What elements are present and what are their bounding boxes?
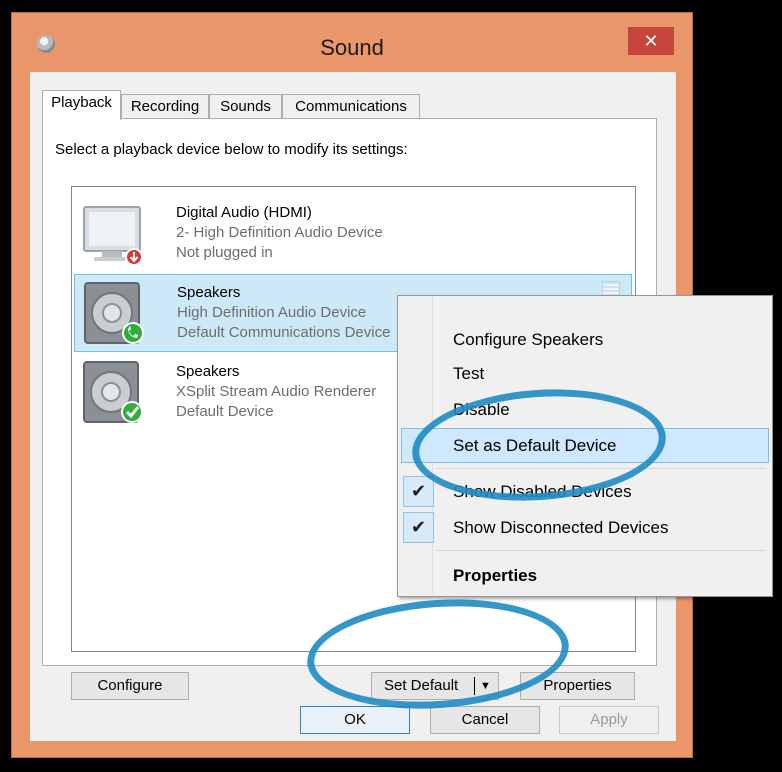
- device-text: Speakers High Definition Audio Device De…: [177, 283, 390, 343]
- device-text: Speakers XSplit Stream Audio Renderer De…: [176, 362, 376, 422]
- device-row-hdmi[interactable]: Digital Audio (HDMI) 2- High Definition …: [74, 195, 632, 273]
- tab-playback[interactable]: Playback: [42, 90, 121, 120]
- menu-item-show-disconnected-devices[interactable]: ✔ Show Disconnected Devices: [401, 510, 769, 545]
- menu-item-label: Configure Speakers: [453, 330, 604, 349]
- device-status: Default Device: [176, 403, 274, 420]
- menu-item-label: Properties: [453, 566, 538, 585]
- device-status: Not plugged in: [176, 244, 273, 261]
- device-name: Digital Audio (HDMI): [176, 204, 312, 221]
- device-name: Speakers: [176, 363, 240, 380]
- device-name: Speakers: [177, 284, 241, 301]
- tab-sounds[interactable]: Sounds: [209, 94, 282, 119]
- device-driver: 2- High Definition Audio Device: [176, 224, 383, 241]
- title-bar[interactable]: Sound ✕: [12, 13, 692, 71]
- menu-item-label: Test: [453, 364, 485, 383]
- device-text: Digital Audio (HDMI) 2- High Definition …: [176, 203, 383, 263]
- checkmark-icon: ✔: [403, 476, 434, 507]
- ok-button[interactable]: OK: [300, 706, 410, 734]
- cancel-button[interactable]: Cancel: [430, 706, 540, 734]
- menu-item-configure-speakers[interactable]: Configure Speakers: [401, 322, 769, 357]
- device-status: Default Communications Device: [177, 324, 391, 341]
- apply-button[interactable]: Apply: [559, 706, 659, 734]
- device-driver: XSplit Stream Audio Renderer: [176, 383, 377, 400]
- device-driver: High Definition Audio Device: [177, 304, 367, 321]
- menu-divider: [436, 550, 766, 551]
- monitor-icon: [83, 206, 143, 266]
- speaker-icon: [83, 361, 143, 423]
- instruction-text: Select a playback device below to modify…: [55, 141, 408, 158]
- menu-item-test[interactable]: Test: [401, 356, 769, 391]
- tab-recording[interactable]: Recording: [121, 94, 209, 119]
- close-button[interactable]: ✕: [628, 27, 674, 55]
- speaker-icon: [84, 282, 144, 344]
- tab-communications[interactable]: Communications: [282, 94, 420, 119]
- checkmark-icon: ✔: [403, 512, 434, 543]
- window-title: Sound: [320, 35, 384, 60]
- configure-button[interactable]: Configure: [71, 672, 189, 700]
- menu-item-label: Show Disconnected Devices: [453, 518, 669, 537]
- menu-item-properties[interactable]: Properties: [401, 558, 769, 593]
